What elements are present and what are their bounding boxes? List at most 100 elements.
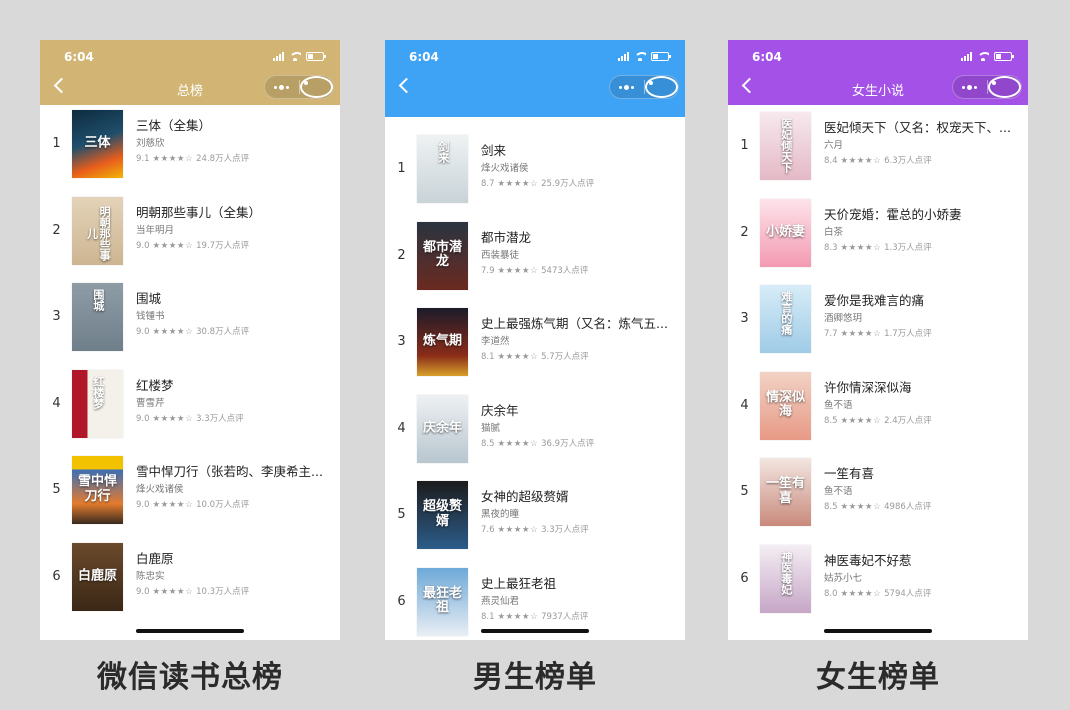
- book-cover[interactable]: 最狂老祖: [417, 567, 468, 636]
- book-title: 神医毒妃不好惹: [824, 552, 912, 568]
- review-count: 5.7万人点评: [541, 352, 589, 362]
- rank-number: 4: [740, 397, 749, 413]
- star-rating-icon: ★★★★☆: [840, 329, 882, 339]
- star-rating-icon: ★★★★☆: [497, 352, 539, 362]
- rating-row: 8.3 ★★★★☆ 1.3万人点评: [824, 243, 1018, 254]
- book-title: 爱你是我难言的痛: [824, 293, 925, 308]
- target-close-icon: [299, 76, 333, 98]
- book-list-item[interactable]: 5 一笙有喜 一笙有喜 鱼不语 8.5 ★★★★☆ 4986人点评: [728, 458, 1028, 545]
- rating-row: 8.7 ★★★★☆ 25.9万人点评: [481, 179, 675, 190]
- book-list-item[interactable]: 2 明朝那些事儿 明朝那些事儿（全集） 当年明月 9.0 ★★★★☆ 19.7万人点…: [40, 196, 340, 284]
- book-cover[interactable]: 超级赘婿: [417, 481, 468, 549]
- close-button[interactable]: [299, 76, 333, 98]
- book-cover[interactable]: 炼气期: [417, 308, 468, 376]
- book-list-item[interactable]: 3 围城 围城 钱锺书 9.0 ★★★★☆ 30.8万人点评: [40, 283, 340, 370]
- book-title: 天价宠婚：霍总的小娇妻: [824, 206, 962, 222]
- book-cover[interactable]: 剑来: [417, 135, 468, 203]
- book-cover-title: 炼气期: [422, 333, 462, 349]
- book-list-item[interactable]: 6 神医毒妃 神医毒妃不好惹 姑苏小七 8.0 ★★★★☆ 5794人点评: [728, 544, 1028, 632]
- rank-number: 3: [740, 311, 749, 326]
- book-list-item[interactable]: 4 情深似海 许你情深深似海 鱼不语 8.5 ★★★★☆ 2.4万人点评: [728, 371, 1028, 459]
- rating-row: 8.5 ★★★★☆ 4986人点评: [824, 502, 1018, 513]
- more-button[interactable]: [610, 76, 644, 98]
- book-meta: 剑来 烽火戏诸侯 8.7 ★★★★☆ 25.9万人点评: [481, 143, 675, 190]
- book-cover[interactable]: 明朝那些事儿: [72, 196, 123, 265]
- review-count: 5473人点评: [541, 265, 589, 276]
- book-list-item[interactable]: 5 超级赘婿 女神的超级赘婿 黑夜的瞳 7.6 ★★★★☆ 3.3万人点评: [385, 481, 685, 568]
- book-cover[interactable]: 都市潜龙: [417, 221, 468, 290]
- book-list-item[interactable]: 6 白鹿原 白鹿原 陈忠实 9.0 ★★★★☆ 10.3万人点评: [40, 542, 340, 630]
- more-button[interactable]: [265, 76, 299, 98]
- book-cover[interactable]: 一笙有喜: [760, 458, 811, 526]
- rank-number: 2: [52, 222, 61, 238]
- book-cover-title: 明朝那些事儿: [85, 206, 112, 261]
- book-list-item[interactable]: 4 庆余年 庆余年 猫腻 8.5 ★★★★☆ 36.9万人点评: [385, 394, 685, 482]
- rank-number: 2: [397, 247, 406, 263]
- book-cover[interactable]: 难言的痛: [760, 285, 811, 353]
- book-title: 白鹿原: [136, 550, 174, 566]
- mini-program-capsule: [264, 75, 334, 99]
- book-cover-title: 三体: [84, 135, 111, 151]
- chevron-left-icon[interactable]: [398, 77, 415, 94]
- rating-row: 7.7 ★★★★☆ 1.7万人点评: [824, 329, 1018, 340]
- star-rating-icon: ★★★★☆: [497, 179, 539, 189]
- book-list-item[interactable]: 2 都市潜龙 都市潜龙 西装暴徒 7.9 ★★★★☆ 5473人点评: [385, 221, 685, 309]
- book-author: 鱼不语: [824, 486, 853, 497]
- rating-score: 9.1: [136, 154, 150, 164]
- nav-title: 总榜: [176, 83, 203, 99]
- book-title: 雪中悍刀行（张若昀、李庚希主...: [136, 464, 323, 479]
- chevron-left-icon[interactable]: [741, 77, 758, 94]
- book-meta: 许你情深深似海 鱼不语 8.5 ★★★★☆ 2.4万人点评: [824, 380, 1018, 427]
- book-title: 三体（全集）: [136, 118, 212, 133]
- rating-score: 9.0: [136, 327, 150, 337]
- book-list-item[interactable]: 3 炼气期 史上最强炼气期（又名：炼气五... 李道然 8.1 ★★★★☆ 5.7万…: [385, 308, 685, 395]
- book-cover[interactable]: 三体: [72, 110, 123, 178]
- close-button[interactable]: [987, 76, 1021, 98]
- book-cover[interactable]: 白鹿原: [72, 542, 123, 611]
- book-cover[interactable]: 情深似海: [760, 371, 811, 440]
- book-author: 烽火戏诸侯: [136, 484, 184, 495]
- book-cover[interactable]: 医妃倾天下: [760, 112, 811, 180]
- book-cover[interactable]: 雪中悍刀行: [72, 456, 123, 524]
- book-meta: 女神的超级赘婿 黑夜的瞳 7.6 ★★★★☆ 3.3万人点评: [481, 489, 675, 536]
- book-meta: 神医毒妃不好惹 姑苏小七 8.0 ★★★★☆ 5794人点评: [824, 553, 1018, 600]
- close-button[interactable]: [644, 76, 678, 98]
- book-author: 白茶: [824, 226, 844, 238]
- book-list-item[interactable]: 1 剑来 剑来 烽火戏诸侯 8.7 ★★★★☆ 25.9万人点评: [385, 135, 685, 222]
- book-cover[interactable]: 庆余年: [417, 394, 468, 463]
- wifi-icon: [289, 52, 301, 61]
- review-count: 5794人点评: [884, 588, 932, 599]
- rating-score: 7.6: [481, 525, 495, 535]
- book-list-item[interactable]: 4 红楼梦 红楼梦 曹雪芹 9.0 ★★★★☆ 3.3万人点评: [40, 369, 340, 457]
- book-cover[interactable]: 神医毒妃: [760, 544, 811, 613]
- mini-program-capsule: [609, 75, 679, 99]
- nav-bar: [385, 73, 685, 105]
- star-rating-icon: ★★★★☆: [152, 413, 194, 424]
- book-author: 姑苏小七: [824, 572, 863, 584]
- signal-icon: [273, 52, 284, 61]
- rank-number: 5: [52, 482, 61, 497]
- book-meta: 一笙有喜 鱼不语 8.5 ★★★★☆ 4986人点评: [824, 466, 1018, 513]
- book-list-item[interactable]: 2 小娇妻 天价宠婚：霍总的小娇妻 白茶 8.3 ★★★★☆ 1.3万人点评: [728, 198, 1028, 286]
- rank-number: 1: [52, 136, 61, 151]
- book-author: 燕灵仙君: [481, 595, 520, 607]
- book-author: 刘慈欣: [136, 138, 165, 149]
- book-list-item[interactable]: 1 医妃倾天下 医妃倾天下（又名：权宠天下、... 六月 8.4 ★★★★☆ 6.3…: [728, 112, 1028, 199]
- book-list-item[interactable]: 5 雪中悍刀行 雪中悍刀行（张若昀、李庚希主... 烽火戏诸侯 9.0 ★★★★☆…: [40, 456, 340, 543]
- target-close-icon: [644, 76, 678, 98]
- chevron-left-icon[interactable]: [53, 77, 70, 94]
- book-cover-title: 医妃倾天下: [779, 118, 793, 173]
- book-list-item[interactable]: 3 难言的痛 爱你是我难言的痛 酒卿悠玥 7.7 ★★★★☆ 1.7万人点评: [728, 285, 1028, 372]
- star-rating-icon: ★★★★☆: [840, 415, 882, 426]
- book-list-item[interactable]: 1 三体 三体（全集） 刘慈欣 9.1 ★★★★☆ 24.8万人点评: [40, 110, 340, 197]
- book-cover[interactable]: 小娇妻: [760, 198, 811, 267]
- battery-icon: [306, 52, 326, 61]
- book-cover[interactable]: 红楼梦: [72, 369, 123, 438]
- book-cover[interactable]: 围城: [72, 283, 123, 351]
- status-icons: [961, 52, 1014, 61]
- book-cover-title: 庆余年: [422, 420, 462, 436]
- rank-number: 6: [740, 570, 749, 586]
- battery-icon: [651, 52, 671, 61]
- more-button[interactable]: [953, 76, 987, 98]
- rating-score: 8.0: [824, 588, 838, 599]
